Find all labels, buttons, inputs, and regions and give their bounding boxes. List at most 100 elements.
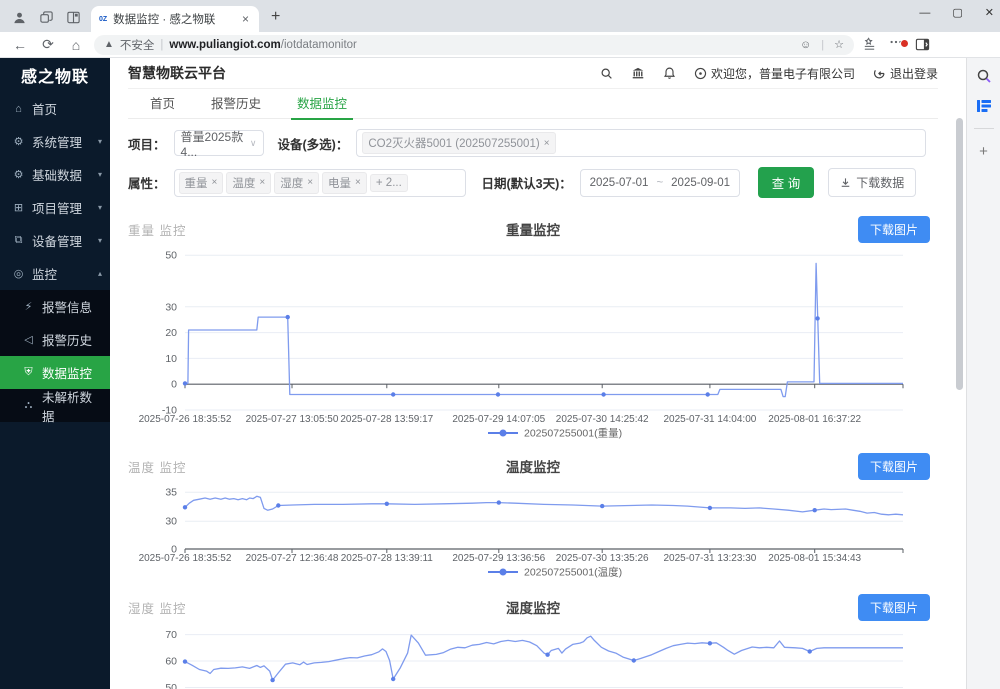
remove-tag-icon[interactable]: × [212,177,218,188]
attribute-multiselect[interactable]: 重量× 温度× 湿度× 电量× + 2... [174,169,466,197]
sidebar-submenu-monitor: ⚡ 报警信息 ◁ 报警历史 ⛨ 数据监控 ⛬ 未解析数据 [0,290,110,422]
query-button[interactable]: 查 询 [758,167,814,198]
sidebar-item-project-mgmt[interactable]: ⊞ 项目管理 ▾ [0,191,110,224]
sidebar-item-alarm-info[interactable]: ⚡ 报警信息 [0,290,110,323]
svg-text:2025-07-26 18:35:52: 2025-07-26 18:35:52 [139,553,232,564]
sidebar-item-label: 系统管理 [32,132,82,151]
remove-tag-icon[interactable]: × [355,177,361,188]
workspaces-icon[interactable] [39,10,54,25]
bing-search-icon[interactable] [976,68,992,84]
split-screen-icon[interactable] [66,10,81,25]
refresh-button[interactable]: ⟳ [38,36,58,53]
svg-text:50: 50 [165,250,177,262]
attr-tag-label: 温度 [232,175,255,191]
favorites-icon[interactable] [862,37,877,52]
svg-text:30: 30 [165,301,177,313]
window-maximize-button[interactable]: ▢ [952,6,962,19]
download-image-button[interactable]: 下载图片 [858,216,930,243]
weight-line-chart[interactable]: 503020100-102025-07-26 18:35:522025-07-2… [128,242,940,445]
tab-title: 数据监控 · 感之物联 [113,11,234,27]
page-scrollbar[interactable] [954,58,966,689]
sidebar-item-label: 首页 [32,99,57,118]
download-data-button[interactable]: 下载数据 [828,168,916,197]
humidity-line-chart[interactable]: 706050 [128,620,940,689]
date-separator: ~ [656,177,663,189]
sidebar-item-home[interactable]: ⌂ 首页 [0,92,110,125]
chevron-up-icon: ▴ [98,269,102,278]
date-end-value[interactable]: 2025-09-01 [671,177,730,189]
date-range-picker[interactable]: 2025-07-01 ~ 2025-09-01 [580,169,740,197]
gear-icon: ⚙ [12,168,25,181]
chart-title: 重量监控 [128,219,938,239]
svg-text:35: 35 [165,487,177,499]
shield-x-icon: ⛬ [22,399,35,412]
reader-mode-icon[interactable]: ☺ [800,39,811,51]
device-multiselect[interactable]: CO2灭火器5001 (202507255001) × [356,129,926,157]
page-tabs: 首页 报警历史 数据监控 [128,89,938,119]
browser-toolbar: ← ⟳ ⌂ ▲ 不安全 | www.puliangiot.com/iotdata… [0,32,1000,58]
remove-tag-icon[interactable]: × [307,177,313,188]
logout-icon [873,67,886,80]
speaker-icon: ◁ [22,333,35,346]
logout-button[interactable]: 退出登录 [873,65,938,82]
attr-tag-more[interactable]: + 2... [370,174,408,192]
tab-home[interactable]: 首页 [136,87,189,120]
window-minimize-button[interactable]: — [919,7,930,19]
gear-icon: ⚙ [12,135,25,148]
remove-tag-icon[interactable]: × [544,138,550,149]
chart-panel-temperature: 温度 监控 温度监控 下载图片 353002025-07-26 18:35:52… [128,453,938,584]
sidebar-item-data-monitor[interactable]: ⛨ 数据监控 [0,356,110,389]
tab-alarm-history[interactable]: 报警历史 [197,87,275,120]
window-close-button[interactable]: ✕ [985,6,994,19]
date-start-value[interactable]: 2025-07-01 [590,177,649,189]
page-title: 智慧物联云平台 [128,63,226,83]
tab-close-icon[interactable]: × [240,12,251,26]
svg-text:20: 20 [165,327,177,339]
bookmark-star-icon[interactable]: ☆ [834,38,844,51]
sidebar-item-monitor[interactable]: ◎ 监控 ▴ [0,257,110,290]
sidebar-item-system-mgmt[interactable]: ⚙ 系统管理 ▾ [0,125,110,158]
attr-tag-humidity: 湿度× [274,172,319,194]
bell-icon[interactable] [663,66,676,80]
address-bar[interactable]: ▲ 不安全 | www.puliangiot.com/iotdatamonito… [94,35,854,55]
edge-app-icon[interactable] [976,98,992,114]
download-image-button[interactable]: 下载图片 [858,594,930,621]
chevron-down-icon: ▾ [98,203,102,212]
edge-sidebar-toggle-icon[interactable] [915,37,930,52]
scrollbar-thumb[interactable] [956,118,963,390]
project-select[interactable]: 普量2025款4... ∨ [174,130,264,156]
profile-icon[interactable] [12,10,27,25]
sidebar-item-label: 监控 [32,264,57,283]
home-button[interactable]: ⌂ [66,37,86,53]
sidebar-item-label: 报警历史 [42,330,92,349]
sidebar-item-unparsed-data[interactable]: ⛬ 未解析数据 [0,389,110,422]
building-icon[interactable] [631,67,645,80]
download-image-button[interactable]: 下载图片 [858,453,930,480]
attr-tag-label: 电量 [328,175,351,191]
chevron-down-icon: ▾ [98,137,102,146]
welcome-text[interactable]: 欢迎您，普量电子有限公司 [694,65,855,82]
url-path: /iotdatamonitor [281,39,357,51]
remove-tag-icon[interactable]: × [259,177,265,188]
chart-panel-weight: 重量 监控 重量监控 下载图片 503020100-102025-07-26 1… [128,216,938,445]
tab-data-monitor[interactable]: 数据监控 [283,87,361,120]
new-tab-button[interactable]: + [259,8,292,32]
temperature-line-chart[interactable]: 353002025-07-26 18:35:522025-07-27 12:36… [128,479,940,584]
add-sidebar-app-button[interactable]: + [979,143,988,160]
sidebar-item-alarm-history[interactable]: ◁ 报警历史 [0,323,110,356]
browser-menu-button[interactable] [889,35,903,54]
logout-label: 退出登录 [890,65,938,82]
sidebar-item-device-mgmt[interactable]: ⧉ 设备管理 ▾ [0,224,110,257]
svg-text:10: 10 [165,353,177,365]
svg-text:70: 70 [165,629,177,641]
attr-more-label: + 2... [376,177,402,189]
sidebar-item-base-data[interactable]: ⚙ 基础数据 ▾ [0,158,110,191]
url-text: www.puliangiot.com/iotdatamonitor [169,39,356,51]
back-button[interactable]: ← [10,37,30,53]
search-icon[interactable] [600,67,613,80]
browser-tab[interactable]: 0Z 数据监控 · 感之物联 × [91,6,259,32]
welcome-label: 欢迎您，普量电子有限公司 [711,65,855,82]
attr-tag-temperature: 温度 × [226,172,271,194]
project-select-value: 普量2025款4... [181,128,250,159]
device-label: 设备(多选)： [278,134,349,153]
